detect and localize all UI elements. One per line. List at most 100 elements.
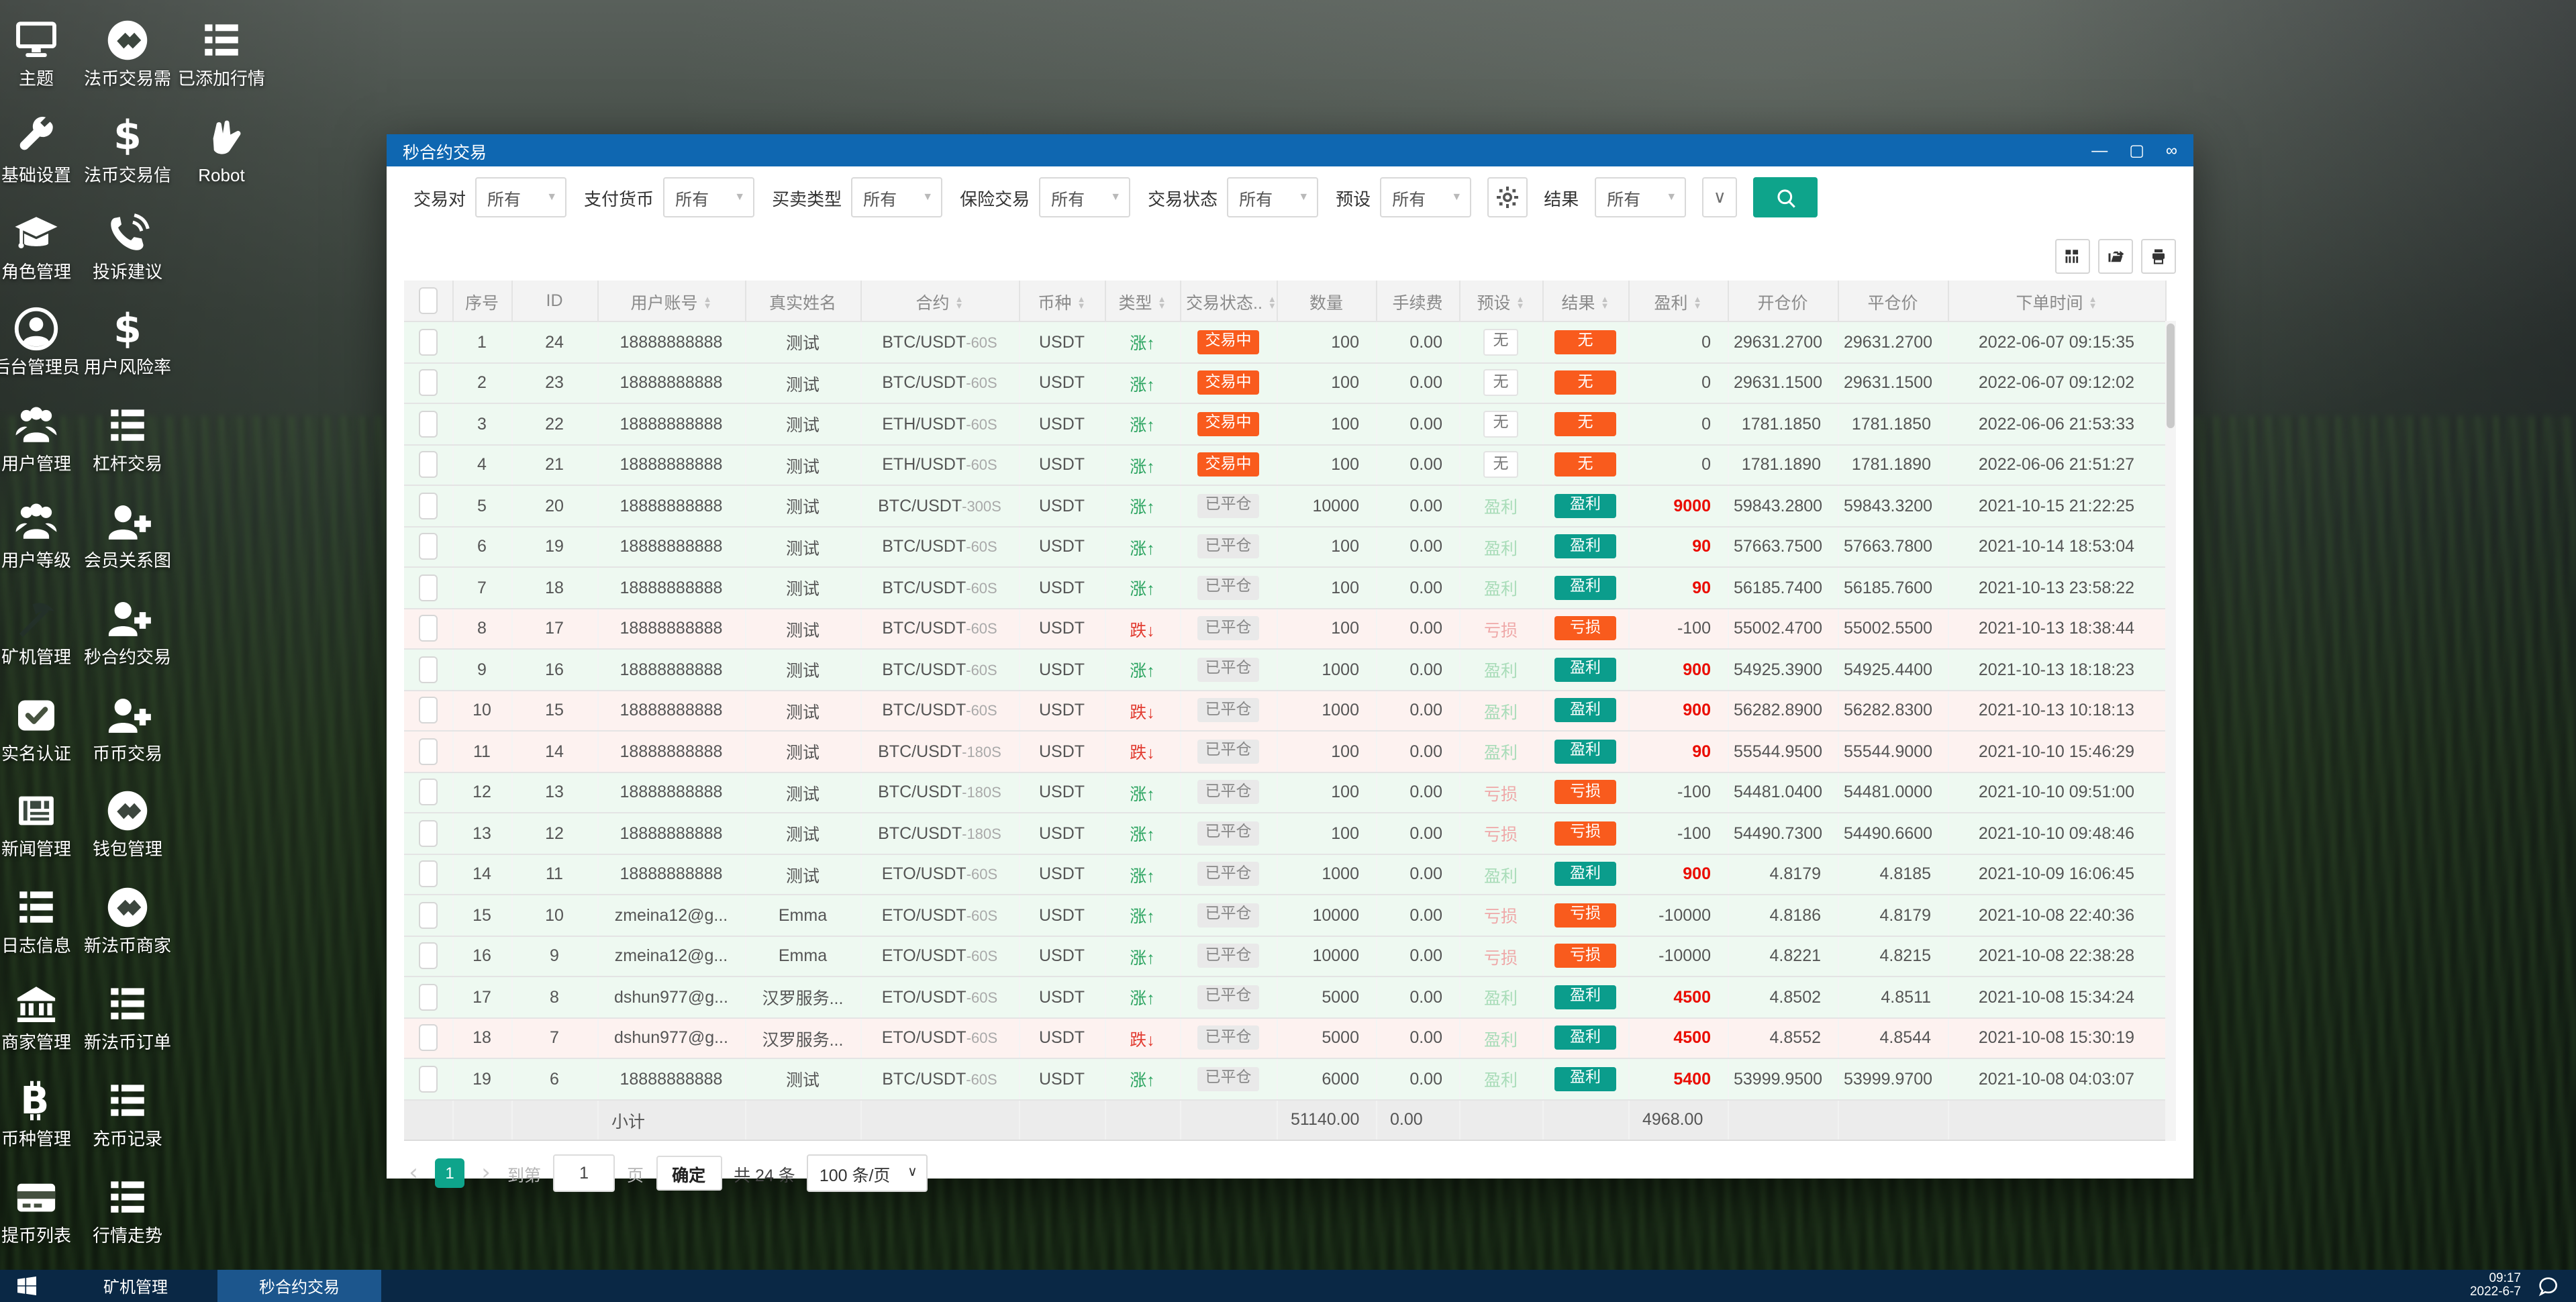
current-page-button[interactable]: 1 [435,1158,464,1188]
row-checkbox[interactable] [418,983,438,1011]
sort-icon[interactable]: ▲ ▼ [703,295,712,311]
desktop-icon-杠杆交易[interactable]: 杠杆交易 [67,401,188,474]
pin-button[interactable]: ∞ [2166,142,2177,158]
filter-select-支付货币[interactable]: 所有 ▼ [663,177,755,217]
column-header-盈利[interactable]: 盈利 ▲ ▼ [1628,281,1728,322]
maximize-button[interactable]: ▢ [2129,142,2144,158]
column-header-币种[interactable]: 币种 ▲ ▼ [1018,281,1105,322]
cell-coin: USDT [1019,444,1105,486]
filter-select-交易状态[interactable]: 所有 ▼ [1227,177,1319,217]
desktop-icon-币币交易[interactable]: 币币交易 [67,691,188,763]
desktop-icon-label: 杠杆交易 [92,454,162,474]
result-badge: 盈利 [1554,1025,1616,1050]
column-header-合约[interactable]: 合约 ▲ ▼ [860,281,1020,322]
goto-page-input[interactable] [553,1154,615,1192]
chevron-down-icon: ▼ [546,191,558,203]
sort-icon[interactable]: ▲ ▼ [2089,295,2097,311]
row-checkbox[interactable] [418,451,438,479]
row-checkbox[interactable] [418,328,438,356]
row-checkbox[interactable] [418,1065,438,1093]
row-checkbox[interactable] [418,574,438,601]
row-checkbox[interactable] [418,615,438,642]
contract-pair: ETO/USDT [881,905,967,925]
subtotal-profit: 4968.00 [1628,1099,1728,1141]
row-checkbox[interactable] [418,410,438,438]
result-filter-select[interactable]: 所有 ▼ [1595,177,1687,217]
page-size-select[interactable]: 100 条/页 ∨ [807,1154,928,1192]
taskbar-item-秒合约交易[interactable]: 秒合约交易 [217,1270,381,1302]
desktop-icon-秒合约交易[interactable]: 秒合约交易 [67,595,188,667]
desktop-icon-新法币商家[interactable]: 新法币商家 [67,883,188,956]
scrollbar-thumb[interactable] [2167,323,2175,428]
select-all-checkbox[interactable] [418,287,438,314]
table-scrollbar[interactable] [2165,321,2176,1141]
row-checkbox[interactable] [418,533,438,560]
chat-bubble-icon[interactable] [2537,1276,2560,1296]
desktop-icon-已添加行情[interactable]: 已添加行情 [161,16,282,89]
row-checkbox[interactable] [418,779,438,806]
row-checkbox[interactable] [418,369,438,397]
sort-icon[interactable]: ▲ ▼ [1077,295,1086,311]
cell-contract: ETO/USDT-60S [860,1017,1020,1059]
column-header-预设[interactable]: 预设 ▲ ▼ [1458,281,1543,322]
cell-account: dshun977@g... [597,976,746,1018]
filter-select-预设[interactable]: 所有 ▼ [1380,177,1472,217]
sort-icon[interactable]: ▲ ▼ [1693,295,1702,311]
column-header-用户账号[interactable]: 用户账号 ▲ ▼ [597,281,746,322]
row-checkbox[interactable] [418,819,438,847]
filter-select-交易对[interactable]: 所有 ▼ [475,177,567,217]
next-page-button[interactable]: › [477,1160,495,1187]
column-header-结果[interactable]: 结果 ▲ ▼ [1542,281,1629,322]
sort-icon[interactable]: ▲ ▼ [955,295,964,311]
print-button[interactable] [2141,239,2176,274]
start-button[interactable] [0,1270,54,1302]
cell-profit: 900 [1628,649,1728,691]
prev-page-button[interactable]: ‹ [404,1160,423,1187]
type-up-label: 涨↑ [1130,334,1155,354]
expand-filters-button[interactable]: ∨ [1702,177,1738,217]
cell-coin: USDT [1019,936,1105,977]
column-header-下单时间[interactable]: 下单时间 ▲ ▼ [1947,281,2166,322]
filter-select-保险交易[interactable]: 所有 ▼ [1039,177,1131,217]
row-checkbox[interactable] [418,738,438,765]
row-checkbox[interactable] [418,901,438,929]
confirm-page-button[interactable]: 确定 [656,1156,722,1191]
sort-icon[interactable]: ▲ ▼ [1268,295,1277,311]
filter-select-买卖类型[interactable]: 所有 ▼ [851,177,943,217]
desktop-icon-投诉建议[interactable]: 投诉建议 [67,209,188,281]
profit-value: 0 [1701,373,1711,393]
cell-status: 已平仓 [1180,772,1277,813]
row-checkbox[interactable] [418,942,438,970]
sort-icon[interactable]: ▲ ▼ [1158,295,1167,311]
cell-type: 涨↑ [1105,936,1181,977]
result-badge: 盈利 [1554,1066,1616,1091]
export-button[interactable] [2098,239,2133,274]
profit-value: 90 [1692,578,1711,597]
columns-button[interactable] [2055,239,2090,274]
desktop-icon-Robot[interactable]: Robot [161,113,282,185]
minimize-button[interactable]: — [2091,142,2108,158]
desktop-icon-新法币订单[interactable]: 新法币订单 [67,980,188,1052]
cell-type: 涨↑ [1105,526,1181,568]
desktop-icon-用户风险率[interactable]: $ 用户风险率 [67,305,188,378]
search-button[interactable] [1753,177,1818,217]
desktop-icon-行情走势[interactable]: 行情走势 [67,1172,188,1245]
desktop-icon-会员关系图[interactable]: 会员关系图 [67,498,188,570]
sort-icon[interactable]: ▲ ▼ [1601,295,1609,311]
row-checkbox[interactable] [418,860,438,888]
row-checkbox[interactable] [418,1024,438,1052]
desktop-icon-钱包管理[interactable]: 钱包管理 [67,787,188,860]
column-header-交易状态..[interactable]: 交易状态.. ▲ ▼ [1179,281,1277,322]
taskbar-clock[interactable]: 09:17 2022-6-7 [2470,1271,2521,1300]
desktop-icon-充币记录[interactable]: 充币记录 [67,1076,188,1149]
contract-pair: ETO/USDT [881,946,967,966]
row-checkbox[interactable] [418,656,438,683]
row-checkbox[interactable] [418,492,438,519]
cell-account: 18888888888 [597,772,746,813]
cell-qty: 100 [1277,731,1377,772]
row-checkbox[interactable] [418,697,438,724]
settings-gear-button[interactable] [1487,177,1528,217]
sort-icon[interactable]: ▲ ▼ [1516,295,1525,311]
taskbar-item-矿机管理[interactable]: 矿机管理 [54,1270,217,1302]
column-header-类型[interactable]: 类型 ▲ ▼ [1104,281,1181,322]
